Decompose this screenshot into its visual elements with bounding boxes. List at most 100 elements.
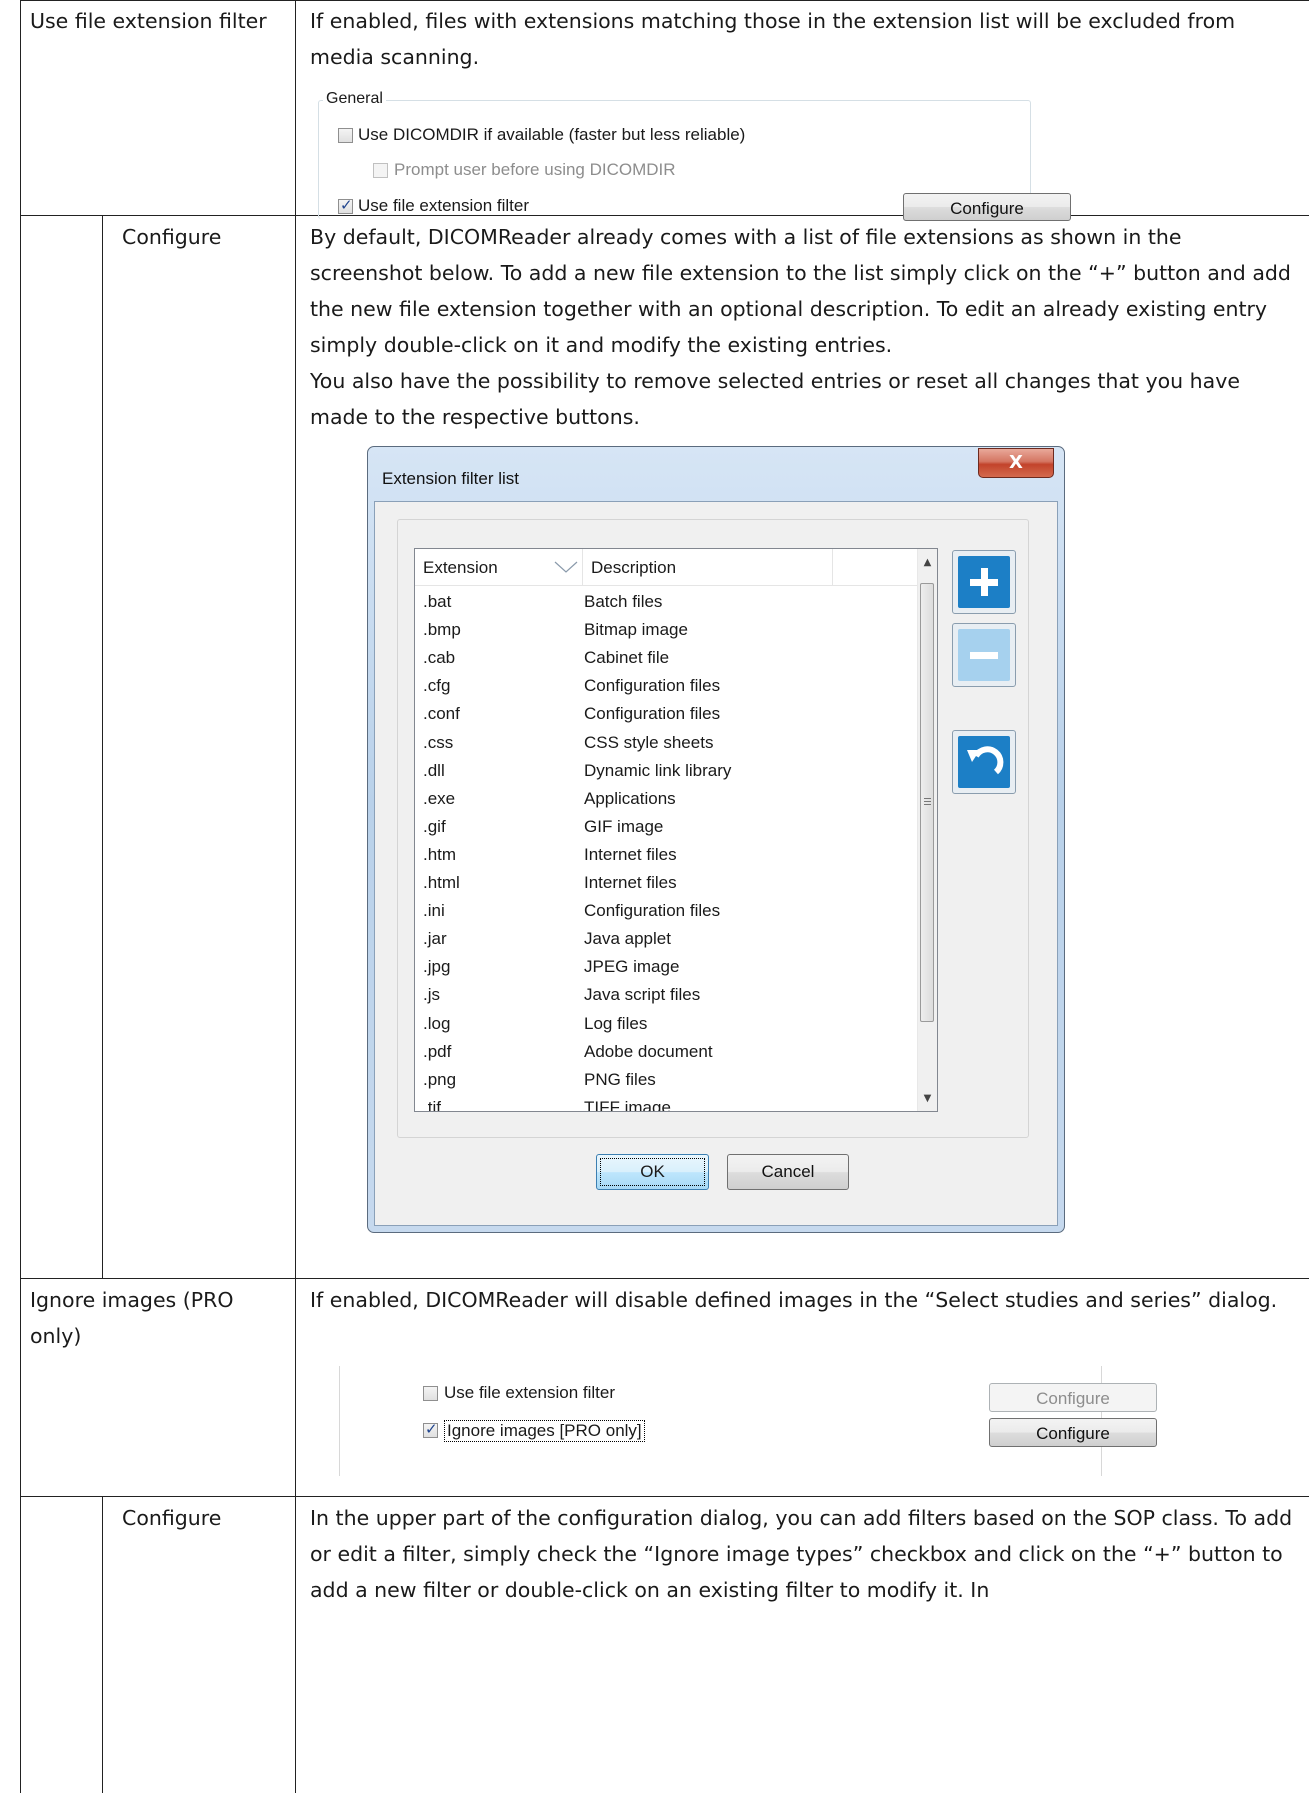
extension-cell: .bat bbox=[423, 592, 452, 611]
extension-cell: .log bbox=[423, 1013, 451, 1033]
extension-cell: .cfg bbox=[423, 676, 451, 696]
use-dicomdir-checkbox[interactable] bbox=[338, 128, 353, 143]
row-label-ignore-images: Ignore images (PRO only) bbox=[30, 1288, 234, 1348]
list-header: Extension Description bbox=[415, 549, 917, 586]
row-body-configure: By default, DICOMReader already comes wi… bbox=[310, 219, 1300, 435]
indent-divider-1 bbox=[102, 215, 103, 1278]
vertical-scrollbar[interactable]: ▲ ▼ bbox=[917, 549, 937, 1111]
prompt-user-checkbox[interactable] bbox=[373, 163, 388, 178]
use-file-extension-filter-checkbox[interactable] bbox=[423, 1386, 438, 1401]
list-item[interactable]: .tif TIFF image bbox=[415, 1095, 917, 1112]
ok-button[interactable]: OK bbox=[596, 1154, 709, 1190]
list-item[interactable]: .bat Batch files bbox=[415, 589, 917, 617]
remove-button[interactable] bbox=[952, 623, 1016, 687]
configure-button-disabled[interactable]: Configure bbox=[989, 1383, 1157, 1412]
extension-cell: .jar bbox=[423, 929, 447, 949]
dialog-client-area: Extension Description .bat Batch files .bm… bbox=[374, 501, 1058, 1226]
extension-cell: .css bbox=[423, 732, 454, 752]
description-cell: CSS style sheets bbox=[584, 732, 714, 752]
extension-cell: .cab bbox=[423, 648, 456, 668]
row-label-configure: Configure bbox=[122, 1506, 222, 1530]
list-item[interactable]: .jar Java applet bbox=[415, 926, 917, 954]
add-icon bbox=[958, 556, 1010, 608]
description-cell: Cabinet file bbox=[584, 648, 670, 668]
document-table: Use file extension filter If enabled, fi… bbox=[20, 0, 1309, 1793]
prompt-user-label: Prompt user before using DICOMDIR bbox=[394, 160, 676, 179]
close-icon: X bbox=[1009, 452, 1023, 473]
description-cell: Adobe document bbox=[584, 1041, 713, 1061]
column-header-description[interactable]: Description bbox=[583, 549, 833, 585]
description-cell: TIFF image bbox=[584, 1097, 671, 1112]
close-button[interactable]: X bbox=[978, 448, 1054, 478]
dialog-title: Extension filter list bbox=[382, 469, 519, 488]
list-item[interactable]: .html Internet files bbox=[415, 870, 917, 898]
snippet-left-edge bbox=[339, 1366, 340, 1476]
scroll-up-arrow-icon[interactable]: ▲ bbox=[918, 553, 937, 573]
use-file-extension-filter-label: Use file extension filter bbox=[358, 196, 530, 215]
row-divider-3 bbox=[20, 1496, 1309, 1497]
list-item[interactable]: .bmp Bitmap image bbox=[415, 617, 917, 645]
add-button[interactable] bbox=[952, 550, 1016, 614]
indent-divider-2 bbox=[102, 1496, 103, 1793]
column-header-extension[interactable]: Extension bbox=[415, 549, 583, 585]
list-item[interactable]: .dll Dynamic link library bbox=[415, 758, 917, 786]
list-item[interactable]: .jpg JPEG image bbox=[415, 954, 917, 982]
paragraph: If enabled, DICOMReader will disable def… bbox=[310, 1288, 1278, 1312]
list-item[interactable]: .pdf Adobe document bbox=[415, 1039, 917, 1067]
configure-button[interactable]: Configure bbox=[989, 1418, 1157, 1447]
description-cell: Configuration files bbox=[584, 704, 721, 724]
use-file-extension-filter-label: Use file extension filter bbox=[444, 1383, 616, 1402]
grip-line bbox=[924, 801, 931, 802]
cancel-button[interactable]: Cancel bbox=[727, 1154, 849, 1190]
list-item[interactable]: .js Java script files bbox=[415, 982, 917, 1010]
extension-cell: .js bbox=[423, 985, 440, 1005]
extension-list[interactable]: Extension Description .bat Batch files .bm… bbox=[414, 548, 938, 1112]
scrollbar-thumb[interactable] bbox=[920, 583, 934, 1022]
configure-button[interactable]: Configure bbox=[903, 193, 1071, 221]
list-item[interactable]: .gif GIF image bbox=[415, 814, 917, 842]
grip-line bbox=[924, 798, 931, 799]
list-item[interactable]: .png PNG files bbox=[415, 1067, 917, 1095]
list-item[interactable]: .cab Cabinet file bbox=[415, 645, 917, 673]
use-file-extension-filter-checkbox[interactable] bbox=[338, 196, 353, 214]
ignore-images-checkbox[interactable] bbox=[423, 1420, 438, 1438]
grip-line bbox=[924, 804, 931, 805]
paragraph: By default, DICOMReader already comes wi… bbox=[310, 225, 1291, 357]
column-header-empty bbox=[833, 549, 917, 585]
list-item[interactable]: .htm Internet files bbox=[415, 842, 917, 870]
row-divider-2 bbox=[20, 1278, 1309, 1279]
dialog-panel: Extension Description .bat Batch files .bm… bbox=[397, 519, 1029, 1138]
extension-cell: .dll bbox=[423, 760, 445, 780]
paragraph: You also have the possibility to remove … bbox=[310, 369, 1240, 429]
column-divider bbox=[295, 0, 296, 1793]
row-body-configure-2: In the upper part of the configuration d… bbox=[310, 1500, 1300, 1608]
extension-cell: .ini bbox=[423, 901, 445, 921]
description-cell: Internet files bbox=[584, 873, 677, 892]
general-group-legend: General bbox=[323, 90, 386, 108]
focus-rect bbox=[600, 1158, 705, 1186]
row-label-use-file-extension-filter: Use file extension filter bbox=[30, 9, 267, 33]
description-cell: Log files bbox=[584, 1013, 648, 1033]
extension-cell: .conf bbox=[423, 704, 460, 724]
extension-cell: .htm bbox=[423, 844, 457, 864]
description-cell: Java script files bbox=[584, 985, 701, 1005]
paragraph: If enabled, files with extensions matchi… bbox=[310, 9, 1236, 69]
ignore-images-label: Ignore images [PRO only] bbox=[444, 1420, 645, 1442]
row-label-configure: Configure bbox=[122, 225, 222, 249]
list-item[interactable]: .css CSS style sheets bbox=[415, 730, 917, 758]
scroll-down-arrow-icon[interactable]: ▼ bbox=[918, 1089, 937, 1109]
extension-filter-dialog: Extension filter list X Extension Descri… bbox=[367, 446, 1065, 1233]
row-body-ignore-images: If enabled, DICOMReader will disable def… bbox=[310, 1282, 1300, 1318]
list-item[interactable]: .exe Applications bbox=[415, 786, 917, 814]
sort-chevron-icon bbox=[554, 561, 578, 573]
description-cell: Java applet bbox=[584, 929, 671, 949]
reset-button[interactable] bbox=[952, 730, 1016, 794]
list-item[interactable]: .ini Configuration files bbox=[415, 898, 917, 926]
description-cell: GIF image bbox=[584, 816, 664, 836]
list-item[interactable]: .cfg Configuration files bbox=[415, 673, 917, 701]
list-item[interactable]: .log Log files bbox=[415, 1011, 917, 1039]
list-item[interactable]: .conf Configuration files bbox=[415, 701, 917, 729]
extension-cell: .pdf bbox=[423, 1041, 452, 1061]
description-cell: Configuration files bbox=[584, 901, 721, 921]
description-cell: Internet files bbox=[584, 844, 677, 864]
